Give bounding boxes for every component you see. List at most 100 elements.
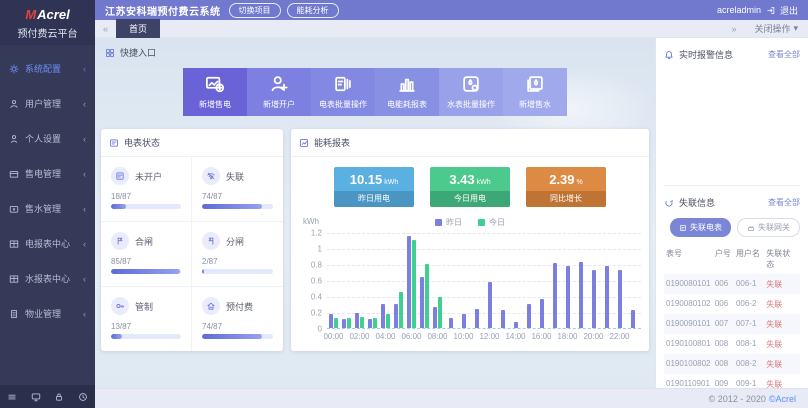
lock-icon[interactable] [54, 392, 64, 402]
acrel-link[interactable]: ©Acrel [769, 394, 796, 404]
sidebar-item-0[interactable]: 系统配置 ‹ [0, 51, 95, 86]
sidebar: MAcrel 预付费云平台 系统配置 ‹ 用户管理 ‹ 个人设置 ‹ 售电管理 … [0, 0, 95, 408]
bar-今日 [438, 297, 442, 328]
table-icon [9, 274, 19, 284]
bar-昨日 [514, 322, 518, 328]
offline-panel-title: 失联信息 [679, 196, 715, 209]
tabs-scroll-left-icon[interactable]: « [95, 24, 116, 34]
bar-group-4 [379, 304, 392, 328]
bar-昨日 [631, 310, 635, 328]
sell-water-icon [525, 74, 545, 94]
page-footer: © 2012 - 2020 ©Acrel [95, 388, 808, 408]
alarm-view-all-link[interactable]: 查看全部 [768, 49, 800, 60]
chevron-collapse-icon: ‹ [83, 274, 86, 284]
column-header: 用户名 [736, 248, 766, 270]
bar-group-3 [366, 318, 379, 328]
quick-button-3[interactable]: 电能耗报表 [375, 68, 439, 116]
y-axis-tick: 0.6 [311, 277, 322, 286]
legend-swatch [435, 219, 442, 226]
sidebar-item-4[interactable]: 售水管理 ‹ [0, 191, 95, 226]
sidebar-item-1[interactable]: 用户管理 ‹ [0, 86, 95, 121]
sidebar-item-6[interactable]: 水报表中心 ‹ [0, 261, 95, 296]
x-axis-tick: 18:00 [557, 332, 577, 341]
close-operations-dropdown[interactable]: 关闭操作▾ [754, 22, 798, 35]
bar-昨日 [579, 262, 583, 328]
meter-status-item-2: 合闸 85/87 [101, 222, 192, 287]
bar-group-23 [626, 310, 639, 328]
offline-view-all-link[interactable]: 查看全部 [768, 197, 800, 208]
menu-icon[interactable] [7, 392, 17, 402]
cell-offline-status: 失联 [766, 319, 798, 330]
x-axis-tick: 16:00 [531, 332, 551, 341]
cell-meter-no: 0190100802 [666, 359, 715, 370]
quick-button-2[interactable]: 电表批量操作 [311, 68, 375, 116]
clock-icon[interactable] [78, 392, 88, 402]
meter-small-icon [679, 224, 687, 232]
offline-meter-button[interactable]: 失联电表 [670, 218, 731, 237]
bar-今日 [347, 318, 351, 328]
sidebar-item-3[interactable]: 售电管理 ‹ [0, 156, 95, 191]
header-pill-0[interactable]: 切换项目 [229, 3, 281, 18]
kpi-label: 同比增长 [526, 191, 606, 207]
quick-button-4[interactable]: 水表批量操作 [439, 68, 503, 116]
legend-item[interactable]: 今日 [478, 217, 505, 228]
table-row-3: 0190100801 008 008-1 失联 [664, 334, 800, 354]
sell-electricity-icon [205, 74, 225, 94]
x-axis-tick: 12:00 [479, 332, 499, 341]
cell-meter-no: 0190110901 [666, 379, 715, 389]
bar-昨日 [368, 319, 372, 328]
column-header: 失联状态 [766, 248, 798, 270]
legend-swatch [478, 219, 485, 226]
cell-offline-status: 失联 [766, 279, 798, 290]
logout-button[interactable]: 退出 [780, 4, 798, 17]
quick-button-5[interactable]: 新增售水 [503, 68, 567, 116]
progress-fill [111, 269, 180, 274]
y-axis-tick: 1.2 [311, 229, 322, 238]
energy-report-card: 能耗报表 10.15kWh 昨日用电 3.43kWh 今日用电 2.39% 同比… [291, 129, 649, 351]
cell-offline-status: 失联 [766, 379, 798, 389]
progress-track [111, 334, 181, 339]
sidebar-item-5[interactable]: 电报表中心 ‹ [0, 226, 95, 261]
cell-meter-no: 0190080101 [666, 279, 715, 290]
chevron-collapse-icon: ‹ [83, 99, 86, 109]
cell-account-no: 006 [715, 299, 736, 310]
meter-status-item-3: 分闸 2/87 [192, 222, 283, 287]
cell-user-name: 007-1 [736, 319, 766, 330]
bar-group-9 [444, 318, 457, 328]
chevron-collapse-icon: ‹ [83, 204, 86, 214]
sidebar-item-7[interactable]: 物业管理 ‹ [0, 296, 95, 331]
tabs-scroll-right-icon[interactable]: » [723, 24, 744, 34]
y-axis-tick: 1 [318, 245, 322, 254]
header-pill-1[interactable]: 能耗分析 [287, 3, 339, 18]
quick-button-1[interactable]: 新增开户 [247, 68, 311, 116]
bar-group-18 [561, 266, 574, 328]
energy-chart: kWh 昨日今日 00.20.40.60.811.2 00:0002:0004:… [299, 217, 641, 341]
bar-group-14 [509, 322, 522, 328]
offline-gateway-button[interactable]: 失联网关 [737, 218, 800, 237]
table-row-0: 0190080101 006 006-1 失联 [664, 274, 800, 294]
x-axis-tick: 00:00 [323, 332, 343, 341]
quick-button-0[interactable]: 新增售电 [183, 68, 247, 116]
monitor-icon[interactable] [31, 392, 41, 402]
legend-item[interactable]: 昨日 [435, 217, 462, 228]
kpi-label: 昨日用电 [334, 191, 414, 207]
progress-track [202, 334, 273, 339]
sidebar-item-2[interactable]: 个人设置 ‹ [0, 121, 95, 156]
platform-name: 预付费云平台 [0, 25, 95, 40]
kpi-value: 3.43kWh [430, 167, 510, 191]
user-icon [9, 99, 19, 109]
energy-report-icon [397, 74, 417, 94]
bar-group-7 [418, 264, 431, 328]
cell-offline-status: 失联 [766, 359, 798, 370]
logout-icon[interactable] [766, 6, 775, 15]
card-icon [9, 169, 19, 179]
offline-panel-header: 失联信息 查看全部 [664, 186, 800, 216]
table-row-4: 0190100802 008 008-2 失联 [664, 354, 800, 374]
tab-home[interactable]: 首页 [116, 19, 160, 39]
brand-name: Acrel [37, 7, 70, 22]
bar-昨日 [501, 310, 505, 328]
y-axis-tick: 0.2 [311, 309, 322, 318]
y-axis-tick: 0.8 [311, 261, 322, 270]
meter-status-grid: 未开户 18/87 失联 74/87 合闸 85/87 分闸 2/87 管制 1… [101, 157, 283, 351]
bar-今日 [412, 240, 416, 328]
